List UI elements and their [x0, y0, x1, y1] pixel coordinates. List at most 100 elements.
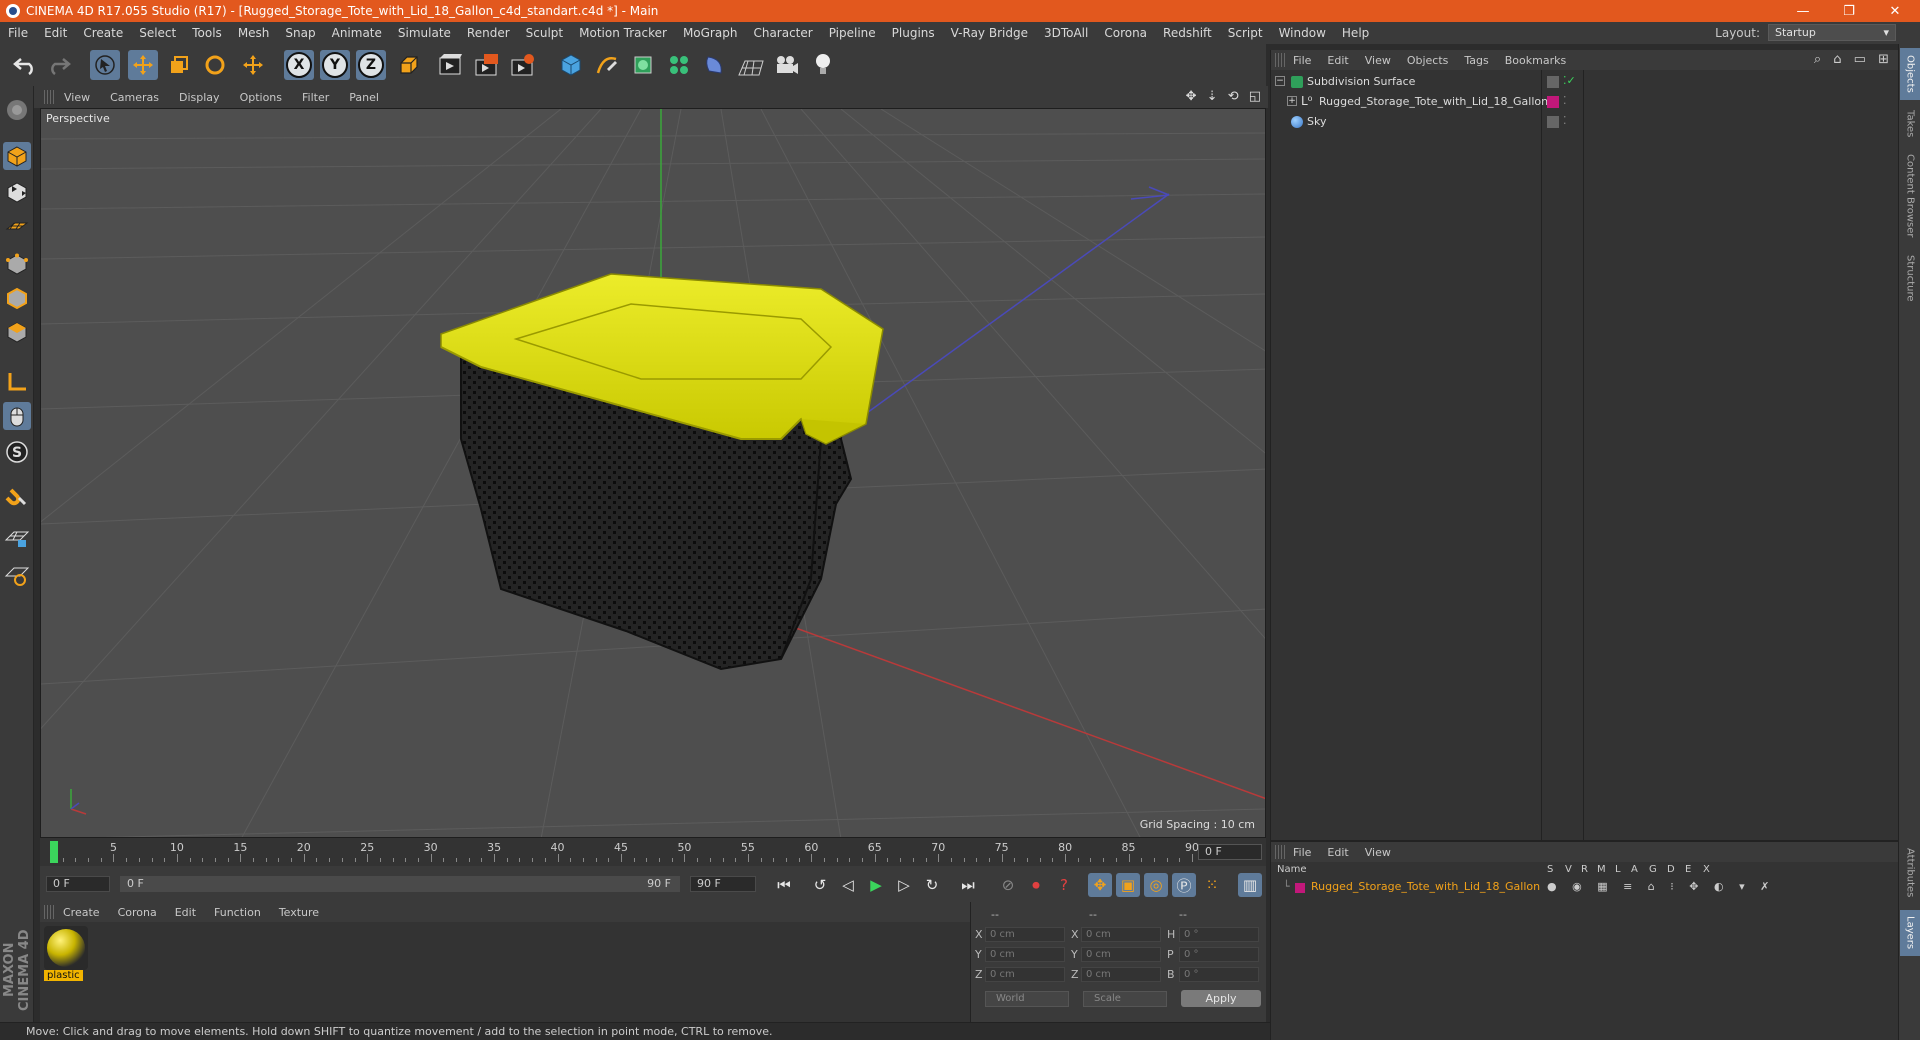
- coordinate-space-dropdown[interactable]: World: [985, 991, 1069, 1007]
- tab-content-browser[interactable]: Content Browser: [1900, 148, 1920, 244]
- cube-primitive-button[interactable]: [556, 50, 586, 80]
- render-view-button[interactable]: [436, 50, 466, 80]
- rotate-tool-button[interactable]: [200, 50, 230, 80]
- menu-animate[interactable]: Animate: [324, 26, 390, 40]
- menu-vray-bridge[interactable]: V-Ray Bridge: [943, 26, 1036, 40]
- object-menu-objects[interactable]: Objects: [1399, 54, 1457, 67]
- next-frame-button[interactable]: ▷: [892, 873, 916, 897]
- apply-button[interactable]: Apply: [1181, 990, 1261, 1007]
- layer-menu-file[interactable]: File: [1285, 846, 1319, 859]
- size-mode-dropdown[interactable]: Scale: [1083, 991, 1167, 1007]
- deformer-button[interactable]: [700, 50, 730, 80]
- key-position-button[interactable]: ✥: [1088, 873, 1112, 897]
- cloner-button[interactable]: [664, 50, 694, 80]
- autokey-button[interactable]: ⏺: [1024, 873, 1048, 897]
- tab-takes[interactable]: Takes: [1900, 104, 1920, 144]
- menu-mograph[interactable]: MoGraph: [675, 26, 746, 40]
- menu-mesh[interactable]: Mesh: [230, 26, 278, 40]
- menu-file[interactable]: File: [0, 26, 36, 40]
- rot-h-field[interactable]: 0 °: [1179, 927, 1259, 942]
- record-keys-button[interactable]: ⊘: [996, 873, 1020, 897]
- viewport-menu-filter[interactable]: Filter: [292, 91, 339, 104]
- pos-y-field[interactable]: 0 cm: [985, 947, 1065, 962]
- tweak-mode-button[interactable]: [3, 402, 31, 430]
- rot-p-field[interactable]: 0 °: [1179, 947, 1259, 962]
- size-z-field[interactable]: 0 cm: [1081, 967, 1161, 982]
- z-axis-lock-button[interactable]: Z: [356, 50, 386, 80]
- edges-mode-button[interactable]: [3, 284, 31, 312]
- material-menu-texture[interactable]: Texture: [270, 906, 328, 919]
- select-tool-button[interactable]: [90, 50, 120, 80]
- viewport-menu-options[interactable]: Options: [230, 91, 292, 104]
- x-axis-lock-button[interactable]: X: [284, 50, 314, 80]
- visibility-dots-icon[interactable]: ⁚: [1563, 94, 1567, 107]
- next-key-button[interactable]: ↻: [920, 873, 944, 897]
- menu-script[interactable]: Script: [1220, 26, 1271, 40]
- material-swatch[interactable]: [44, 926, 88, 970]
- layer-menu-edit[interactable]: Edit: [1319, 846, 1356, 859]
- magnet-tool-button[interactable]: [3, 484, 31, 512]
- workplane-mode-button[interactable]: [3, 212, 31, 240]
- timeline[interactable]: 051015202530354045505560657075808590 0 F: [40, 838, 1266, 866]
- snap-toggle-button[interactable]: S: [3, 438, 31, 466]
- layer-color-icon[interactable]: [1547, 96, 1559, 108]
- polygons-mode-button[interactable]: [3, 318, 31, 346]
- playhead[interactable]: [50, 841, 58, 863]
- light-button[interactable]: [808, 50, 838, 80]
- key-scale-button[interactable]: ▣: [1116, 873, 1140, 897]
- object-menu-view[interactable]: View: [1357, 54, 1399, 67]
- go-to-start-button[interactable]: ⏮: [772, 873, 796, 897]
- tab-structure[interactable]: Structure: [1900, 248, 1920, 308]
- visibility-dots-icon[interactable]: ⁚: [1563, 114, 1567, 127]
- start-frame-field[interactable]: 0 F: [46, 876, 110, 892]
- layer-row[interactable]: └ Rugged_Storage_Tote_with_Lid_18_Gallon…: [1271, 880, 1899, 896]
- menu-help[interactable]: Help: [1334, 26, 1377, 40]
- tab-attributes[interactable]: Attributes: [1900, 840, 1920, 906]
- render-picture-viewer-button[interactable]: [472, 50, 502, 80]
- menu-render[interactable]: Render: [459, 26, 518, 40]
- y-axis-lock-button[interactable]: Y: [320, 50, 350, 80]
- keyframe-selection-button[interactable]: ?: [1052, 873, 1076, 897]
- layer-toggle-icons[interactable]: ● ◉ ▦ ≡ ⌂ ⁝ ✥ ◐ ▾ ✗: [1547, 880, 1775, 893]
- pos-z-field[interactable]: 0 cm: [985, 967, 1065, 982]
- viewport-menu-view[interactable]: View: [54, 91, 100, 104]
- move-tool-button[interactable]: [128, 50, 158, 80]
- menu-sculpt[interactable]: Sculpt: [518, 26, 571, 40]
- points-mode-button[interactable]: [3, 250, 31, 278]
- collapse-toggle-icon[interactable]: −: [1275, 76, 1285, 86]
- object-menu-file[interactable]: File: [1285, 54, 1319, 67]
- material-menu-edit[interactable]: Edit: [166, 906, 205, 919]
- tab-objects[interactable]: Objects: [1900, 48, 1920, 100]
- menu-pipeline[interactable]: Pipeline: [821, 26, 884, 40]
- maximize-button[interactable]: ❐: [1826, 0, 1872, 22]
- axis-mode-button[interactable]: [3, 368, 31, 396]
- material-name[interactable]: plastic: [44, 970, 83, 981]
- menu-snap[interactable]: Snap: [277, 26, 323, 40]
- layer-color-swatch[interactable]: [1295, 883, 1305, 893]
- enabled-check-icon[interactable]: ⁚✓: [1563, 74, 1576, 87]
- material-menu-corona[interactable]: Corona: [109, 906, 166, 919]
- menu-window[interactable]: Window: [1271, 26, 1334, 40]
- object-menu-bookmarks[interactable]: Bookmarks: [1497, 54, 1574, 67]
- 3d-viewport[interactable]: Perspective Grid Spacing : 10 cm: [40, 108, 1266, 838]
- play-button[interactable]: ▶: [864, 873, 888, 897]
- object-row-subdivision-surface[interactable]: − Subdivision Surface ⁚✓: [1271, 72, 1899, 92]
- timeline-ruler[interactable]: 051015202530354045505560657075808590: [50, 841, 1199, 862]
- material-menu-create[interactable]: Create: [54, 906, 109, 919]
- key-parameter-button[interactable]: Ⓟ: [1172, 873, 1196, 897]
- size-x-field[interactable]: 0 cm: [1081, 927, 1161, 942]
- menu-tools[interactable]: Tools: [184, 26, 230, 40]
- menu-select[interactable]: Select: [131, 26, 184, 40]
- object-row-tote[interactable]: + L⁰ Rugged_Storage_Tote_with_Lid_18_Gal…: [1271, 92, 1899, 112]
- object-menu-edit[interactable]: Edit: [1319, 54, 1356, 67]
- menu-create[interactable]: Create: [75, 26, 131, 40]
- material-menu-function[interactable]: Function: [205, 906, 270, 919]
- previous-key-button[interactable]: ↺: [808, 873, 832, 897]
- frame-range-slider[interactable]: 0 F 90 F: [120, 876, 680, 892]
- make-editable-button[interactable]: [3, 96, 31, 124]
- layer-flag-icon[interactable]: [1547, 116, 1559, 128]
- menu-motion-tracker[interactable]: Motion Tracker: [571, 26, 675, 40]
- key-pla-button[interactable]: ⁙: [1200, 873, 1224, 897]
- menu-simulate[interactable]: Simulate: [390, 26, 459, 40]
- timeline-window-button[interactable]: ▥: [1238, 873, 1262, 897]
